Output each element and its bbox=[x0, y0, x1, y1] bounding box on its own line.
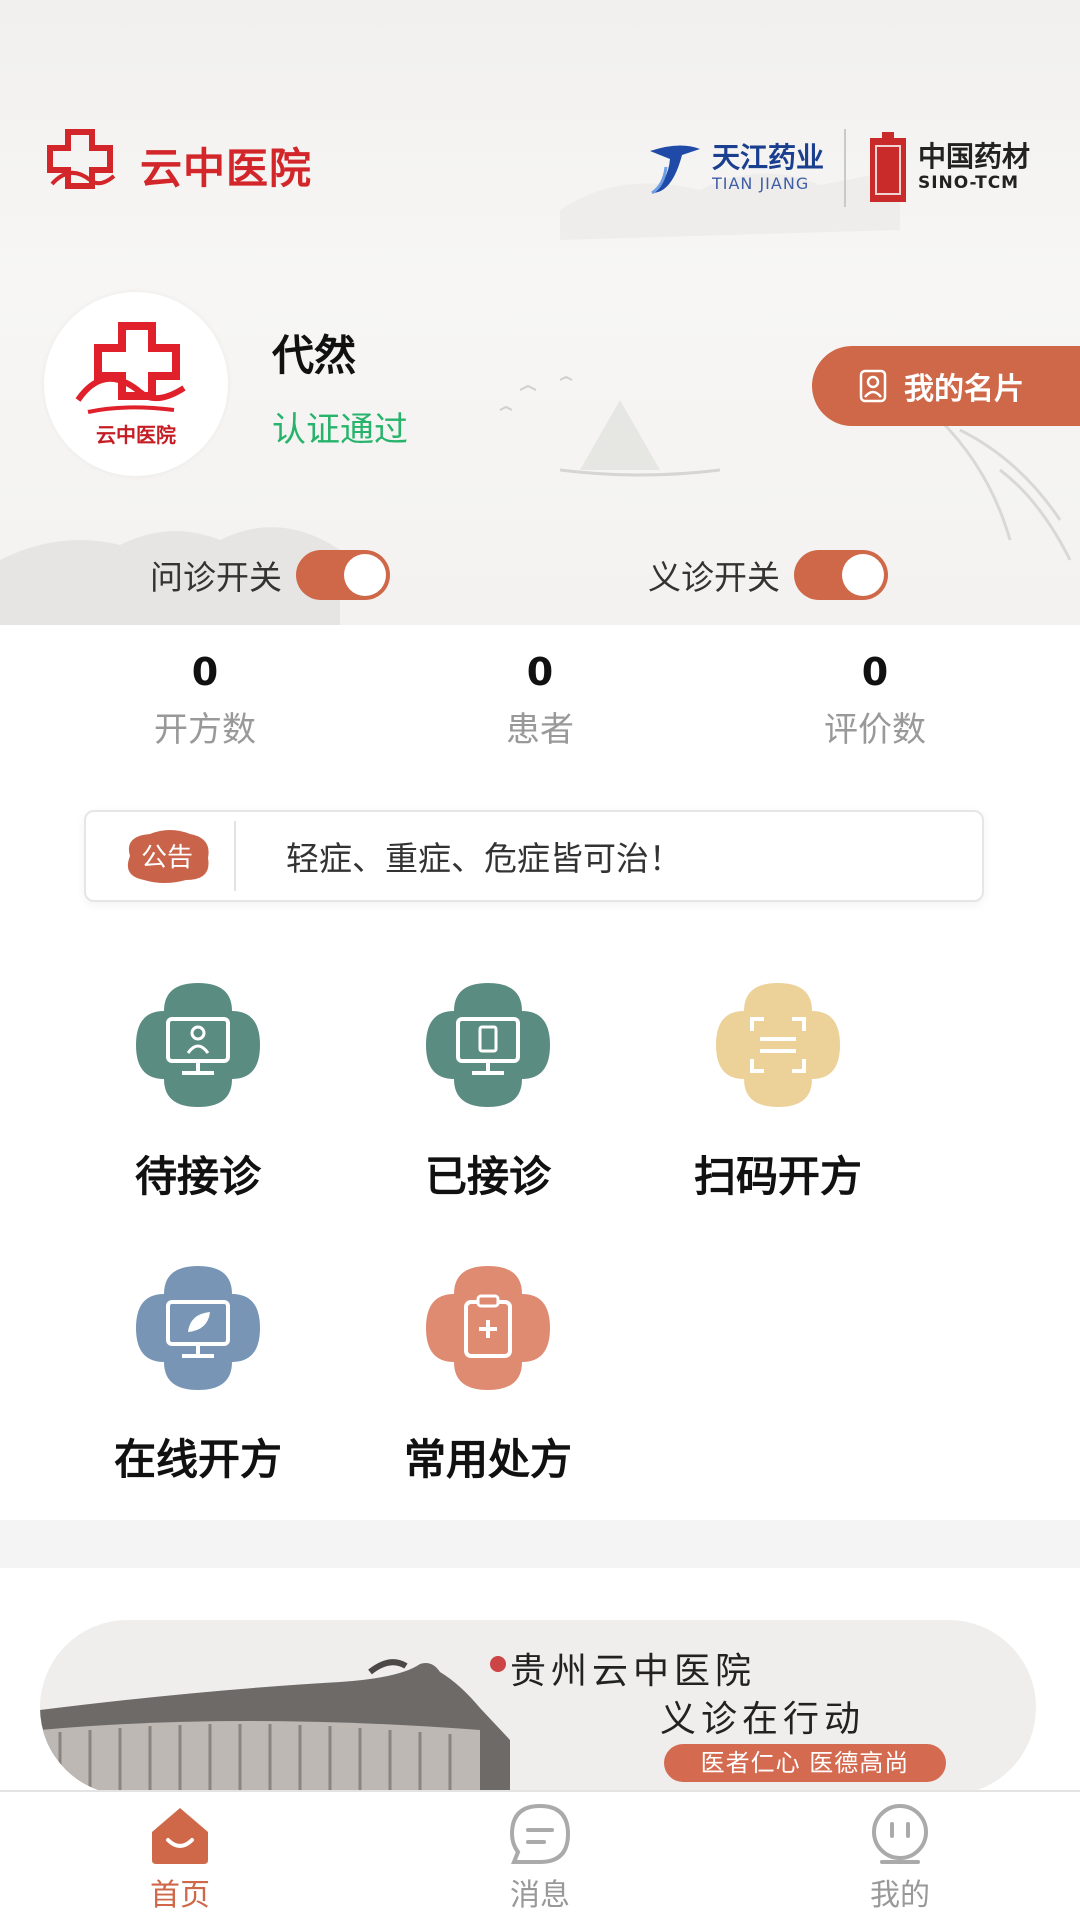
notice-divider bbox=[234, 821, 236, 891]
menu-accepted-consultation[interactable]: 已接诊 bbox=[388, 975, 588, 1205]
tab-profile[interactable]: 我的 bbox=[820, 1802, 980, 1914]
menu-label: 已接诊 bbox=[424, 1152, 551, 1201]
toggle-knob bbox=[842, 554, 884, 596]
menu-label: 待接诊 bbox=[134, 1152, 261, 1201]
stat-patients[interactable]: 0 患者 bbox=[440, 650, 640, 751]
announcement-badge-text: 公告 bbox=[141, 843, 193, 873]
stat-patients-value: 0 bbox=[526, 650, 554, 694]
my-card-label: 我的名片 bbox=[904, 372, 1024, 407]
tab-messages[interactable]: 消息 bbox=[460, 1802, 620, 1914]
profile-icon bbox=[872, 1804, 928, 1864]
id-card-icon bbox=[859, 369, 887, 403]
tab-profile-label: 我的 bbox=[870, 1878, 930, 1913]
announcement-bar[interactable]: 公告 轻症、重症、危症皆可治！ bbox=[84, 810, 984, 902]
stat-reviews-label: 评价数 bbox=[824, 709, 926, 750]
tab-messages-label: 消息 bbox=[510, 1878, 570, 1913]
partner2-name-cn: 中国药材 bbox=[917, 140, 1030, 173]
monitor-leaf-icon bbox=[136, 1266, 260, 1390]
menu-pending-consultation[interactable]: 待接诊 bbox=[98, 975, 298, 1205]
hospital-cross-icon bbox=[47, 129, 116, 189]
stat-reviews[interactable]: 0 评价数 bbox=[775, 650, 975, 751]
menu-online-prescribe[interactable]: 在线开方 bbox=[98, 1258, 298, 1488]
announcement-badge-icon: 公告 bbox=[127, 830, 209, 883]
partner-logos: 天江药业 TIAN JIANG 中国药材 SINO-TCM bbox=[642, 125, 1030, 210]
section-separator bbox=[0, 1520, 1080, 1568]
scan-icon bbox=[716, 983, 840, 1107]
menu-label: 扫码开方 bbox=[693, 1152, 862, 1201]
free-clinic-switch: 义诊开关 bbox=[648, 550, 888, 600]
menu-label: 在线开方 bbox=[113, 1435, 282, 1484]
banner-tag: 医者仁心 医德高尚 bbox=[664, 1744, 946, 1782]
partner1-name-en: TIAN JIANG bbox=[711, 173, 810, 193]
toggle-knob bbox=[344, 554, 386, 596]
hospital-name: 云中医院 bbox=[140, 143, 313, 193]
doctor-name: 代然 bbox=[272, 331, 357, 380]
partner-sinotcm: 中国药材 SINO-TCM bbox=[866, 130, 1030, 206]
stat-patients-label: 患者 bbox=[506, 709, 574, 750]
consultation-switch-label: 问诊开关 bbox=[150, 558, 282, 597]
verification-status: 认证通过 bbox=[272, 410, 408, 450]
free-clinic-banner[interactable]: 贵州云中医院 义诊在行动 医者仁心 医德高尚 bbox=[40, 1620, 1036, 1795]
announcement-text: 轻症、重症、危症皆可治！ bbox=[286, 839, 682, 878]
tab-home-label: 首页 bbox=[150, 1878, 210, 1913]
avatar-hospital-logo: 云中医院 bbox=[75, 322, 186, 447]
menu-common-prescriptions[interactable]: 常用处方 bbox=[388, 1258, 588, 1488]
banner-title: 贵州云中医院 bbox=[510, 1651, 757, 1692]
tianjiang-logo-icon bbox=[649, 144, 700, 194]
header-hero: 云中医院 天江药业 TIAN JIANG 中国药材 SINO-TCM 云中医院 … bbox=[0, 0, 1080, 625]
stat-reviews-value: 0 bbox=[861, 650, 889, 694]
consultation-toggle[interactable] bbox=[296, 550, 390, 600]
message-icon bbox=[509, 1803, 571, 1864]
partner-tianjiang: 天江药业 TIAN JIANG bbox=[642, 137, 824, 199]
clipboard-plus-icon bbox=[426, 1266, 550, 1390]
partner-divider bbox=[843, 128, 846, 207]
banner-seal-dot bbox=[490, 1656, 506, 1672]
avatar[interactable]: 云中医院 bbox=[44, 292, 228, 476]
monitor-document-icon bbox=[426, 983, 550, 1107]
free-clinic-toggle[interactable] bbox=[794, 550, 888, 600]
consultation-switch: 问诊开关 bbox=[150, 550, 390, 600]
bottom-tab-bar: 首页 消息 我的 bbox=[0, 1790, 1080, 1920]
stat-prescriptions-value: 0 bbox=[191, 650, 219, 694]
hospital-logo: 云中医院 bbox=[40, 120, 312, 210]
tab-home[interactable]: 首页 bbox=[100, 1802, 260, 1914]
menu-label: 常用处方 bbox=[403, 1435, 572, 1484]
stats-row: 0 开方数 0 患者 0 评价数 bbox=[0, 650, 1080, 762]
partner1-name-cn: 天江药业 bbox=[711, 140, 824, 174]
monitor-doctor-icon bbox=[136, 983, 260, 1107]
banner-subtitle: 义诊在行动 bbox=[660, 1699, 866, 1740]
stat-prescriptions-label: 开方数 bbox=[154, 709, 256, 750]
stat-prescriptions[interactable]: 0 开方数 bbox=[105, 650, 305, 751]
partner2-name-en: SINO-TCM bbox=[917, 173, 1020, 193]
avatar-caption: 云中医院 bbox=[96, 423, 176, 447]
menu-scan-prescribe[interactable]: 扫码开方 bbox=[678, 975, 878, 1205]
my-card-button[interactable]: 我的名片 bbox=[812, 346, 1080, 426]
home-icon bbox=[152, 1808, 208, 1864]
free-clinic-switch-label: 义诊开关 bbox=[648, 558, 780, 597]
sinotcm-seal-icon bbox=[869, 131, 906, 202]
